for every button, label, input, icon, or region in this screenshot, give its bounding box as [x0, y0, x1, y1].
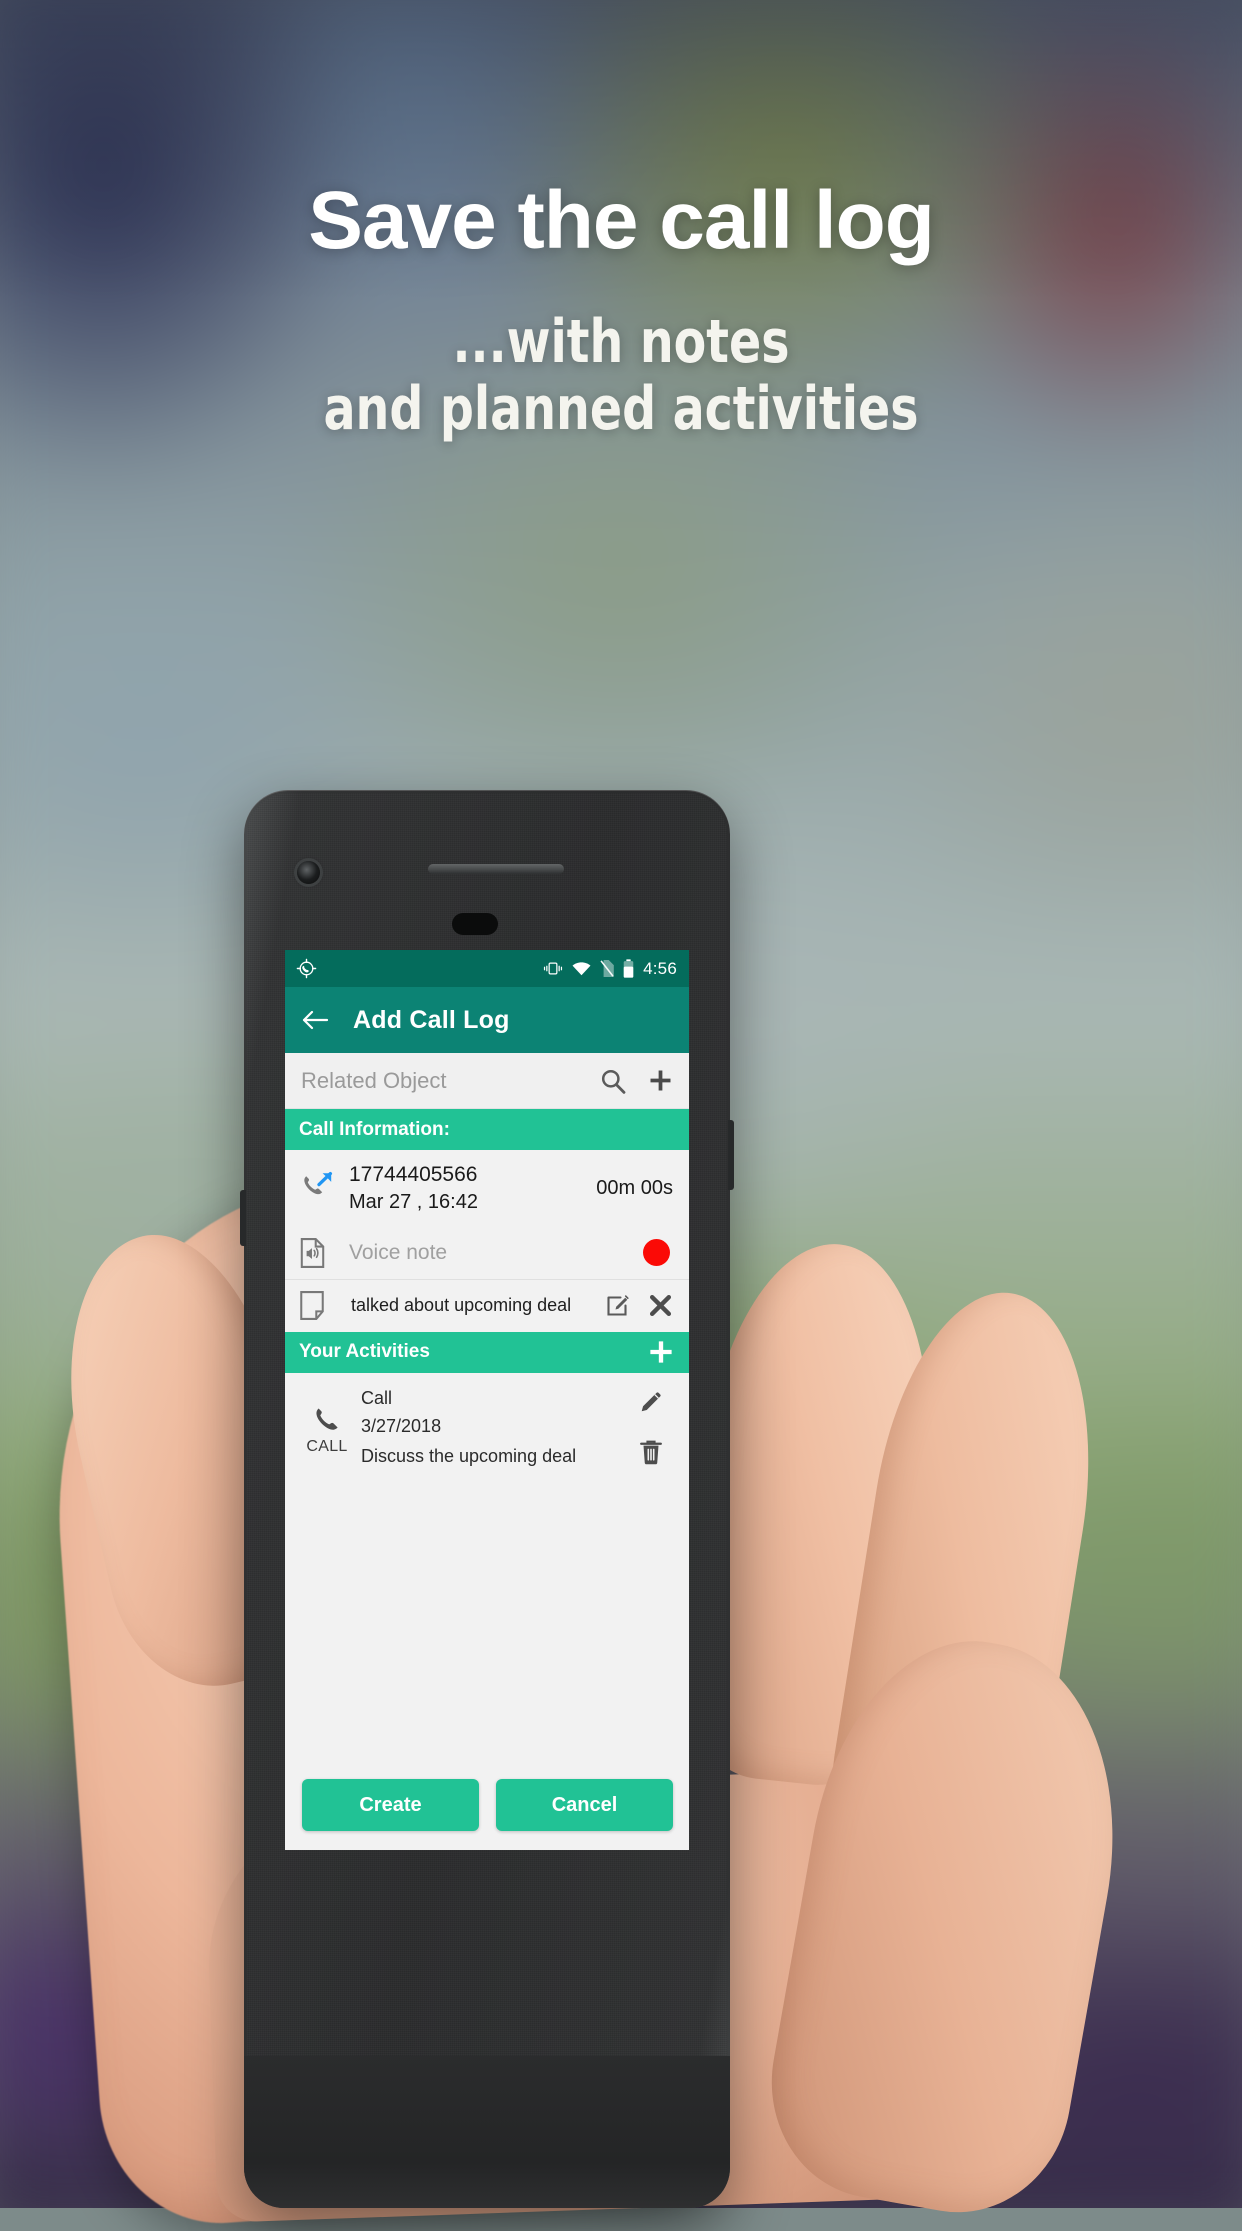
volume-button[interactable] [240, 1190, 246, 1246]
promo-headline: Save the call log [308, 175, 935, 266]
related-object-actions [600, 1068, 673, 1094]
note-actions [606, 1293, 673, 1318]
front-camera [297, 861, 320, 884]
search-icon[interactable] [600, 1068, 626, 1094]
text-note-row[interactable]: talked about upcoming deal [285, 1279, 689, 1332]
phone-chin [244, 2056, 730, 2208]
status-bar-icons [543, 959, 634, 978]
status-bar-clock: 4:56 [643, 958, 677, 978]
no-sim-icon [600, 960, 614, 977]
activity-title: Call [361, 1387, 393, 1408]
promo-subhead-line-2: and planned activities [323, 374, 919, 445]
plus-icon[interactable] [648, 1339, 674, 1365]
activity-type-label: CALL [306, 1438, 348, 1456]
phone-icon [312, 1405, 343, 1436]
call-information-label: Call Information: [299, 1118, 450, 1140]
pencil-icon[interactable] [639, 1389, 664, 1414]
call-entry-row[interactable]: 17744405566 Mar 27 , 16:42 00m 00s [285, 1150, 689, 1227]
phone-screen: 4:56 Add Call Log Related Object Call In… [285, 950, 689, 1850]
activity-actions [629, 1385, 673, 1472]
call-duration: 00m 00s [596, 1176, 673, 1199]
phone-mockup: 4:56 Add Call Log Related Object Call In… [240, 790, 734, 2208]
app-bar: Add Call Log [285, 987, 689, 1053]
note-icon [299, 1291, 345, 1320]
activity-details: Call 3/27/2018 Discuss the upcoming deal [355, 1385, 629, 1472]
promo-subhead-line-1: ...with notes [452, 306, 790, 377]
voice-note-placeholder[interactable]: Voice note [345, 1241, 643, 1265]
status-bar: 4:56 [285, 950, 689, 987]
page-title: Add Call Log [353, 1005, 510, 1034]
screen-content: Related Object Call Information: 1774440… [285, 1053, 689, 1850]
voice-note-row[interactable]: Voice note [285, 1226, 689, 1279]
promo-text-block: Save the call log ...with notes and plan… [0, 175, 1242, 445]
power-button[interactable] [728, 1120, 734, 1190]
activity-description: Discuss the upcoming deal [361, 1446, 577, 1467]
vibrate-icon [543, 961, 563, 976]
content-filler [285, 1485, 689, 1765]
trash-icon[interactable] [639, 1439, 663, 1465]
proximity-sensor [452, 913, 498, 935]
outgoing-call-icon [299, 1171, 345, 1205]
activity-list-item[interactable]: CALL Call 3/27/2018 Discuss the upcoming… [285, 1372, 689, 1486]
audio-file-icon [299, 1237, 345, 1268]
related-object-row[interactable]: Related Object [285, 1053, 689, 1109]
activities-header: Your Activities [285, 1331, 689, 1373]
form-action-bar: Create Cancel [285, 1765, 689, 1850]
related-object-input[interactable]: Related Object [301, 1068, 600, 1094]
call-target-icon [296, 958, 317, 979]
record-icon[interactable] [643, 1239, 670, 1267]
battery-icon [623, 959, 634, 978]
activity-type: CALL [299, 1385, 355, 1472]
cancel-button[interactable]: Cancel [496, 1779, 673, 1831]
activities-label: Your Activities [299, 1341, 430, 1363]
close-x-icon[interactable] [648, 1293, 673, 1318]
create-button[interactable]: Create [302, 1779, 479, 1831]
call-entry-text: 17744405566 Mar 27 , 16:42 [345, 1161, 590, 1216]
call-phone-number: 17744405566 [349, 1163, 478, 1186]
call-datetime: Mar 27 , 16:42 [349, 1190, 478, 1213]
earpiece-speaker [428, 864, 564, 874]
arrow-back-icon[interactable] [301, 1008, 329, 1032]
note-text: talked about upcoming deal [351, 1295, 572, 1316]
wifi-icon [572, 961, 591, 976]
edit-note-icon[interactable] [606, 1294, 630, 1318]
plus-icon[interactable] [648, 1068, 673, 1093]
call-information-header: Call Information: [285, 1109, 689, 1150]
activity-date: 3/27/2018 [361, 1416, 442, 1437]
